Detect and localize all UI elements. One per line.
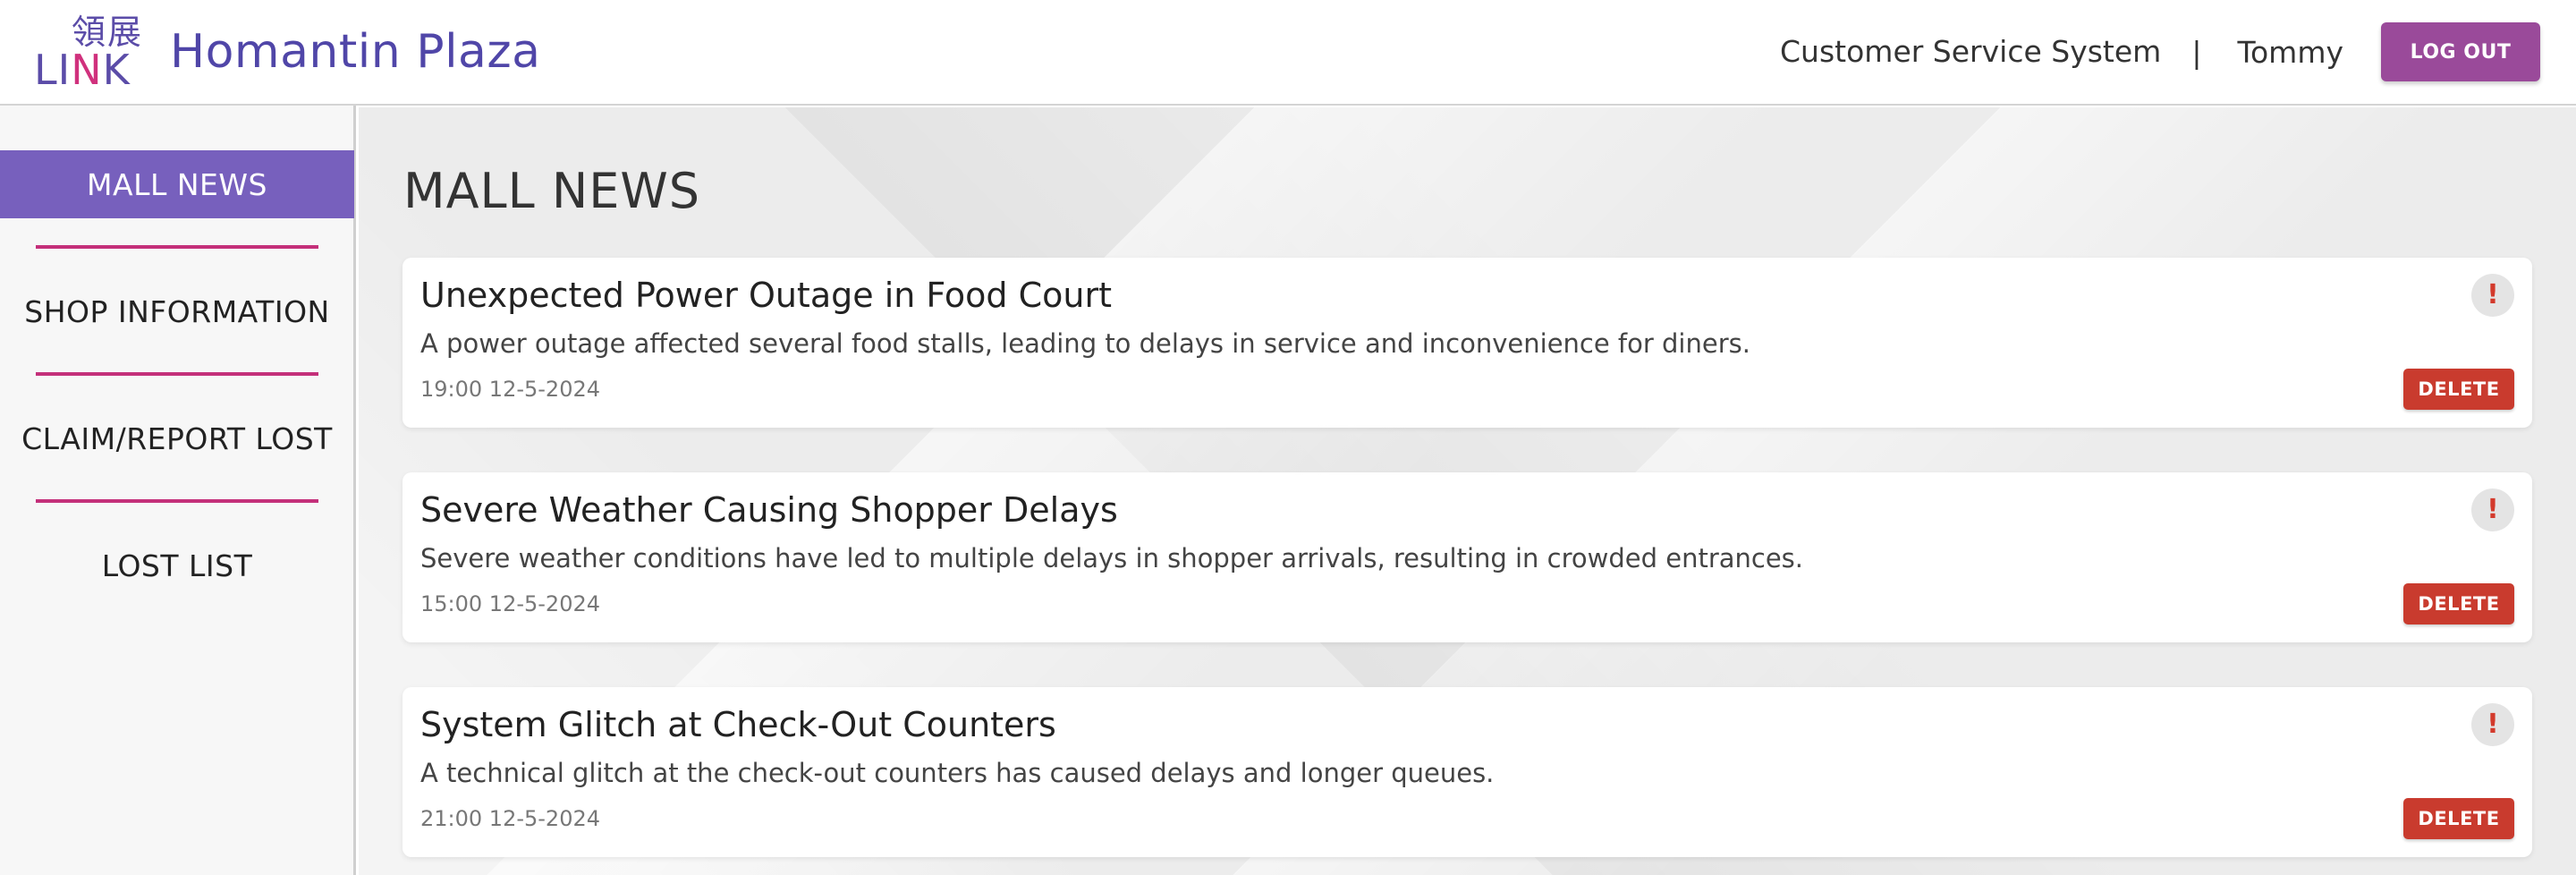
logo-cjk-text: 領展 bbox=[72, 13, 144, 52]
sidebar-item-label: CLAIM/REPORT LOST bbox=[21, 421, 333, 456]
delete-button[interactable]: DELETE bbox=[2403, 583, 2514, 624]
logo-wordmark: LINK bbox=[34, 48, 131, 91]
logo-word-part-b: N bbox=[71, 46, 103, 94]
news-description: A technical glitch at the check-out coun… bbox=[420, 758, 1495, 788]
page-title: MALL NEWS bbox=[403, 163, 701, 219]
site-title: Homantin Plaza bbox=[170, 25, 541, 79]
logo-word-part-c: K bbox=[102, 46, 131, 94]
header-separator: | bbox=[2191, 34, 2202, 70]
alert-icon: ! bbox=[2471, 488, 2514, 531]
delete-button[interactable]: DELETE bbox=[2403, 369, 2514, 410]
news-card: Severe Weather Causing Shopper Delays Se… bbox=[402, 472, 2532, 642]
news-title: Severe Weather Causing Shopper Delays bbox=[420, 490, 1118, 530]
logo-word-part-a: LI bbox=[34, 46, 72, 94]
sidebar: MALL NEWS SHOP INFORMATION CLAIM/REPORT … bbox=[0, 106, 356, 875]
link-logo[interactable]: 領展 LINK bbox=[34, 13, 148, 91]
sidebar-item-shop-information[interactable]: SHOP INFORMATION bbox=[0, 277, 354, 345]
alert-icon: ! bbox=[2471, 703, 2514, 746]
news-timestamp: 19:00 12-5-2024 bbox=[420, 377, 600, 402]
sidebar-divider bbox=[36, 372, 318, 376]
news-title: System Glitch at Check-Out Counters bbox=[420, 705, 1056, 744]
delete-button[interactable]: DELETE bbox=[2403, 798, 2514, 839]
sidebar-item-label: SHOP INFORMATION bbox=[24, 293, 330, 329]
system-name: Customer Service System bbox=[1780, 34, 2162, 69]
news-title: Unexpected Power Outage in Food Court bbox=[420, 276, 1113, 315]
sidebar-divider bbox=[36, 245, 318, 249]
main-content: MALL NEWS Unexpected Power Outage in Foo… bbox=[359, 107, 2576, 875]
header-user-area: Customer Service System | Tommy LOG OUT bbox=[1780, 21, 2540, 82]
news-description: Severe weather conditions have led to mu… bbox=[420, 543, 1804, 573]
alert-icon: ! bbox=[2471, 274, 2514, 317]
news-card: System Glitch at Check-Out Counters A te… bbox=[402, 687, 2532, 857]
sidebar-item-label: LOST LIST bbox=[101, 548, 253, 583]
top-header: 領展 LINK Homantin Plaza Customer Service … bbox=[0, 0, 2576, 106]
news-card: Unexpected Power Outage in Food Court A … bbox=[402, 258, 2532, 428]
sidebar-item-claim-report-lost[interactable]: CLAIM/REPORT LOST bbox=[0, 404, 354, 472]
sidebar-item-lost-list[interactable]: LOST LIST bbox=[0, 531, 354, 599]
news-timestamp: 15:00 12-5-2024 bbox=[420, 591, 600, 616]
news-timestamp: 21:00 12-5-2024 bbox=[420, 806, 600, 831]
logout-button[interactable]: LOG OUT bbox=[2381, 22, 2540, 81]
sidebar-item-mall-news[interactable]: MALL NEWS bbox=[0, 150, 354, 218]
sidebar-divider bbox=[36, 499, 318, 503]
user-name: Tommy bbox=[2237, 34, 2343, 70]
sidebar-item-label: MALL NEWS bbox=[87, 166, 267, 202]
news-description: A power outage affected several food sta… bbox=[420, 328, 1750, 359]
